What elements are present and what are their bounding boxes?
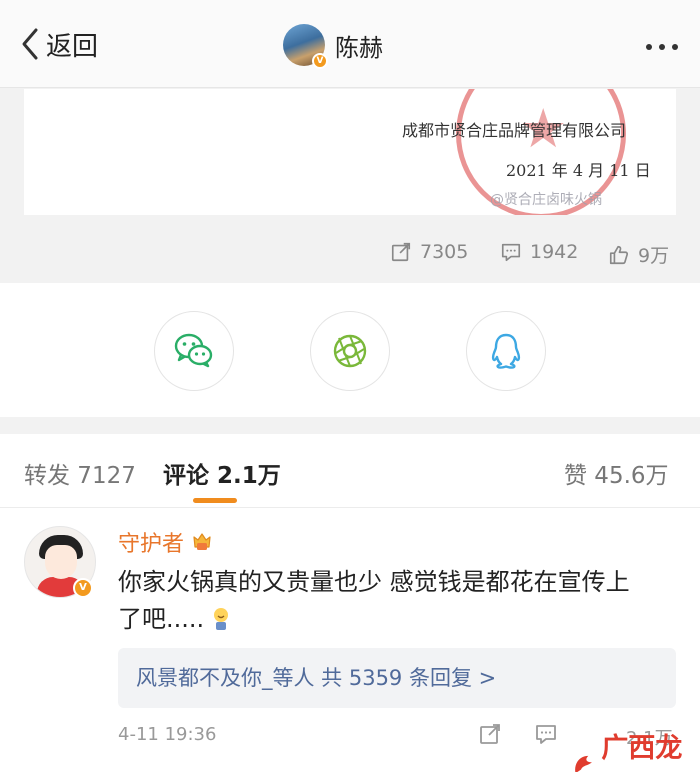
comment-icon — [536, 725, 556, 744]
moments-icon — [333, 334, 367, 368]
qq-icon — [491, 333, 521, 369]
share-bar — [0, 283, 700, 417]
comment-text-line-2: 了吧..... — [118, 605, 205, 633]
comment-reply-button[interactable] — [534, 722, 558, 750]
wechat-icon — [174, 333, 213, 368]
user-name[interactable]: 陈赫 — [335, 28, 383, 63]
top-nav-bar: 返回 V 陈赫 — [0, 0, 700, 88]
like-button[interactable]: 9万 — [608, 241, 669, 268]
repost-icon — [480, 724, 500, 744]
share-moments-button[interactable] — [310, 311, 390, 391]
like-count: 9万 — [638, 245, 670, 267]
commenter-name[interactable]: 守护者 — [118, 526, 214, 558]
image-watermark: @贤合庄卤味火锅 — [490, 192, 602, 208]
replies-summary[interactable]: 风景都不及你_等人 共 5359 条回复 > — [118, 648, 676, 708]
tab-reposts[interactable]: 转发 7127 — [24, 456, 136, 490]
comment-timestamp: 4-11 19:36 — [118, 724, 217, 745]
comment-text-line-1: 你家火锅真的又贵量也少 感觉钱是都花在宣传上 — [118, 568, 630, 596]
document-company: 成都市贤合庄品牌管理有限公司 — [402, 121, 627, 140]
commenter-name-label: 守护者 — [118, 532, 185, 557]
comment-text: 你家火锅真的又贵量也少 感觉钱是都花在宣传上 了吧..... — [118, 564, 678, 638]
site-watermark: 广西龙网 — [570, 726, 700, 772]
verified-badge: V — [312, 53, 328, 69]
post-section: ★ 成都市贤合庄品牌管理有限公司 2021 年 4 月 11 日 @贤合庄卤味火… — [0, 89, 700, 283]
thumbs-up-icon — [609, 245, 629, 264]
nav-user[interactable]: V 陈赫 — [283, 24, 383, 69]
chevron-left-icon — [22, 28, 38, 60]
repost-icon — [391, 242, 411, 262]
comment-count: 1942 — [530, 241, 579, 263]
share-wechat-button[interactable] — [154, 311, 234, 391]
sweat-smile-emoji-icon — [214, 608, 229, 630]
dragon-logo-icon — [575, 755, 592, 772]
comment-icon — [501, 243, 521, 262]
share-qq-button[interactable] — [466, 311, 546, 391]
more-options-icon[interactable] — [646, 44, 678, 50]
repost-count: 7305 — [420, 241, 469, 263]
tab-comments[interactable]: 评论 2.1万 — [163, 456, 281, 490]
back-label: 返回 — [46, 31, 99, 62]
comment-button[interactable]: 1942 — [500, 241, 578, 263]
avatar[interactable]: V — [283, 24, 328, 69]
repost-button[interactable]: 7305 — [390, 241, 468, 263]
fan-medal-icon — [193, 533, 211, 550]
verified-badge: V — [73, 578, 93, 598]
tab-likes[interactable]: 赞 45.6万 — [564, 456, 669, 490]
comment-repost-button[interactable] — [478, 722, 502, 750]
active-tab-indicator — [193, 498, 237, 503]
back-button[interactable]: 返回 — [18, 24, 98, 64]
document-date: 2021 年 4 月 11 日 — [506, 161, 651, 180]
site-watermark-label: 广西龙网 — [601, 733, 683, 764]
detail-tabs: 转发 7127 评论 2.1万 赞 45.6万 — [0, 434, 700, 508]
